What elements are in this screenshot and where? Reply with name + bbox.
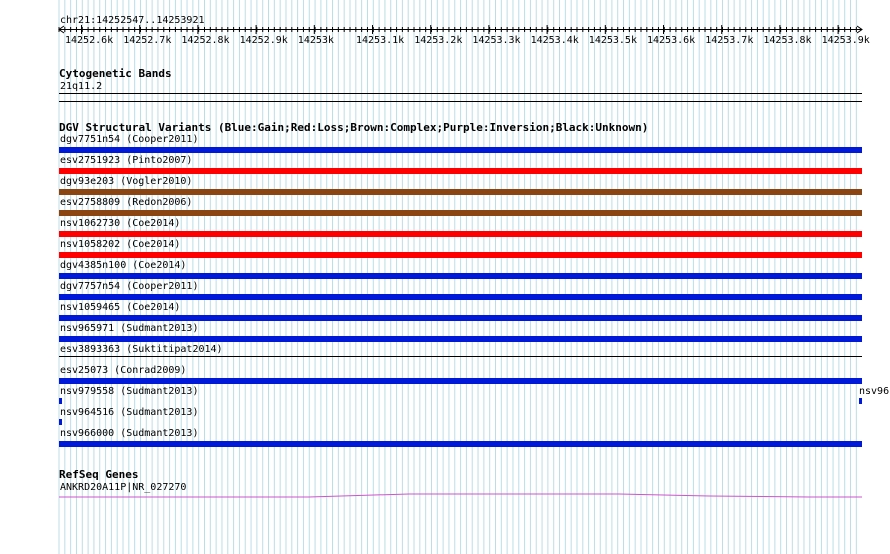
- dgv-variant-bar[interactable]: [59, 315, 862, 321]
- dgv-variant-bar[interactable]: [59, 273, 862, 279]
- dgv-track-title[interactable]: DGV Structural Variants (Blue:Gain;Red:L…: [59, 121, 648, 134]
- dgv-offscreen-label: nsv96: [859, 386, 890, 397]
- dgv-variant-label[interactable]: nsv1062730 (Coe2014): [60, 218, 180, 229]
- ruler-tick-label: 14253k: [297, 35, 334, 46]
- cytoband-label: 21q11.2: [60, 81, 103, 92]
- dgv-variant-bar[interactable]: [59, 231, 862, 237]
- dgv-variant-bar[interactable]: [59, 356, 862, 357]
- dgv-variant-label[interactable]: dgv93e203 (Vogler2010): [60, 176, 192, 187]
- ruler-tick-label: 14253.7k: [705, 35, 754, 46]
- dgv-variant-bar[interactable]: [59, 252, 862, 258]
- ruler-tick-label: 14252.6k: [65, 35, 114, 46]
- ruler-arrow-right: [856, 25, 863, 34]
- dgv-offscreen-bar[interactable]: [859, 398, 862, 404]
- dgv-variant-label[interactable]: dgv7757n54 (Cooper2011): [60, 281, 198, 292]
- ruler-tick-label: 14253.5k: [588, 35, 637, 46]
- ruler-tick-label: 14252.8k: [181, 35, 230, 46]
- dgv-variant-label[interactable]: nsv965971 (Sudmant2013): [60, 323, 198, 334]
- dgv-variant-label[interactable]: esv2758809 (Redon2006): [60, 197, 192, 208]
- region-label: chr21:14252547..14253921: [60, 15, 205, 26]
- ruler-tick-label: 14253.8k: [763, 35, 812, 46]
- dgv-variant-label[interactable]: esv2751923 (Pinto2007): [60, 155, 192, 166]
- ruler-arrow-left: [58, 25, 65, 34]
- dgv-variant-bar[interactable]: [59, 378, 862, 384]
- dgv-variant-bar[interactable]: [59, 147, 862, 153]
- dgv-variant-label[interactable]: nsv1058202 (Coe2014): [60, 239, 180, 250]
- refseq-track-title[interactable]: RefSeq Genes: [59, 468, 138, 481]
- cytoband-band-line: [59, 101, 862, 102]
- dgv-variant-label[interactable]: nsv979558 (Sudmant2013): [60, 386, 198, 397]
- dgv-variant-bar[interactable]: [59, 189, 862, 195]
- dgv-variant-label[interactable]: nsv966000 (Sudmant2013): [60, 428, 198, 439]
- dgv-variant-label[interactable]: esv3893363 (Suktitipat2014): [60, 344, 223, 355]
- ruler-tick-label: 14252.7k: [123, 35, 172, 46]
- ruler-tick-label: 14253.2k: [414, 35, 463, 46]
- dgv-variant-bar[interactable]: [59, 294, 862, 300]
- cytoband-track-title[interactable]: Cytogenetic Bands: [59, 67, 172, 80]
- ruler-tick-label: 14253.3k: [472, 35, 521, 46]
- ruler-tick-label: 14253.9k: [821, 35, 870, 46]
- dgv-variant-label[interactable]: nsv964516 (Sudmant2013): [60, 407, 198, 418]
- cytoband-band-line[interactable]: [59, 93, 862, 94]
- dgv-variant-label[interactable]: dgv7751n54 (Cooper2011): [60, 134, 198, 145]
- dgv-variant-bar[interactable]: [59, 168, 862, 174]
- dgv-variant-bar[interactable]: [59, 419, 62, 425]
- dgv-variant-label[interactable]: dgv4385n100 (Coe2014): [60, 260, 186, 271]
- ruler-tick-label: 14253.4k: [530, 35, 579, 46]
- dgv-variant-bar[interactable]: [59, 336, 862, 342]
- dgv-variant-bar[interactable]: [59, 441, 862, 447]
- dgv-variant-label[interactable]: esv25073 (Conrad2009): [60, 365, 186, 376]
- ruler-tick-label: 14252.9k: [239, 35, 288, 46]
- dgv-variant-bar[interactable]: [59, 398, 62, 404]
- refseq-gene-model[interactable]: [59, 490, 862, 502]
- ruler-tick-label: 14253.6k: [647, 35, 696, 46]
- dgv-variant-label[interactable]: nsv1059465 (Coe2014): [60, 302, 180, 313]
- dgv-variant-bar[interactable]: [59, 210, 862, 216]
- ruler-tick-label: 14253.1k: [356, 35, 405, 46]
